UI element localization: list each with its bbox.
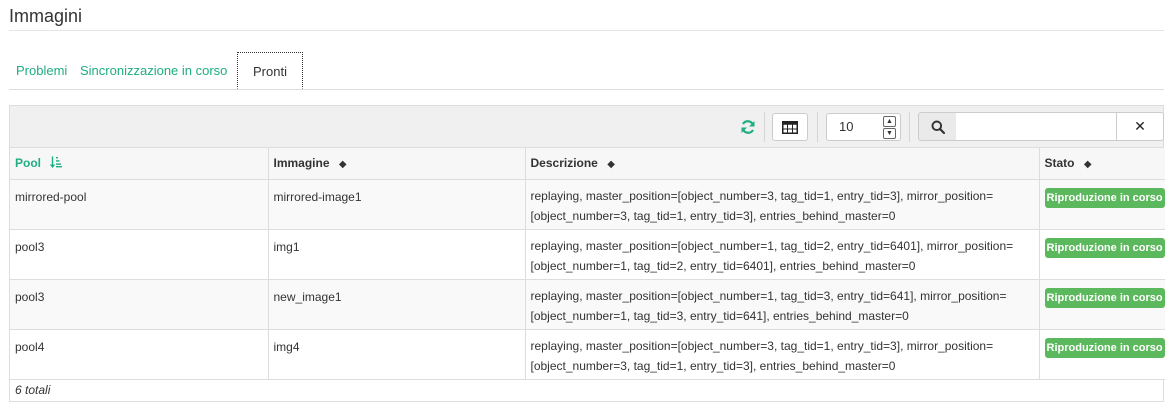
column-header-label: Pool — [15, 155, 41, 170]
description-line: replaying, master_position=[object_numbe… — [530, 238, 1014, 253]
column-header-descrizione[interactable]: Descrizione ◆ — [525, 148, 1040, 180]
refresh-button[interactable] — [735, 113, 761, 141]
cell-image: img4 — [268, 329, 526, 380]
status-badge: Riproduzione in corso — [1044, 337, 1165, 358]
search-icon — [931, 120, 945, 134]
page-title: Immagini — [9, 6, 83, 26]
cell-image: mirrored-image1 — [268, 179, 526, 230]
chevron-up-icon[interactable]: ▲ — [883, 116, 896, 127]
cell-pool: mirrored-pool — [10, 179, 269, 230]
table-columns-icon — [782, 120, 798, 134]
description-line: replaying, master_position=[object_numbe… — [530, 338, 994, 353]
description-line: [object_number=1, tag_tid=2, entry_tid=6… — [530, 258, 916, 273]
cell-status: Riproduzione in corso — [1039, 329, 1165, 380]
table-row[interactable]: mirrored-pool mirrored-image1 replaying,… — [10, 179, 1165, 230]
column-header-stato[interactable]: Stato ◆ — [1039, 148, 1165, 180]
cell-pool: pool3 — [10, 229, 269, 280]
description-line: [object_number=1, tag_tid=3, entry_tid=6… — [530, 308, 909, 323]
column-header-pool[interactable]: Pool — [10, 148, 269, 180]
cell-pool: pool4 — [10, 329, 269, 380]
sort-icon: ◆ — [1083, 158, 1092, 170]
chevron-down-icon[interactable]: ▼ — [883, 128, 896, 139]
refresh-icon — [741, 120, 755, 134]
status-badge: Riproduzione in corso — [1044, 287, 1165, 308]
column-header-label: Immagine — [273, 156, 330, 171]
description-line: replaying, master_position=[object_numbe… — [530, 288, 1007, 303]
table-toolbar: 10 ▲ ▼ ✕ — [10, 106, 1164, 148]
description-line: replaying, master_position=[object_numbe… — [530, 188, 994, 203]
clear-search-button[interactable]: ✕ — [1116, 112, 1164, 141]
cell-description: replaying, master_position=[object_numbe… — [525, 229, 1040, 280]
images-table: Pool Immagine ◆ Descrizione ◆ Stato ◆ mi… — [10, 148, 1165, 380]
cell-status: Riproduzione in corso — [1039, 179, 1165, 230]
table-footer-total: 6 totali — [15, 382, 51, 397]
sort-icon: ◆ — [338, 158, 347, 170]
description-line: [object_number=3, tag_tid=1, entry_tid=3… — [530, 208, 896, 223]
cell-description: replaying, master_position=[object_numbe… — [525, 279, 1040, 330]
status-badge: Riproduzione in corso — [1044, 237, 1165, 258]
tab-sincronizzazione[interactable]: Sincronizzazione in corso — [80, 52, 227, 89]
toolbar-separator — [909, 112, 910, 142]
cell-description: replaying, master_position=[object_numbe… — [525, 329, 1040, 380]
sort-amount-asc-icon — [50, 156, 63, 171]
column-header-label: Descrizione — [530, 156, 598, 171]
tab-problemi[interactable]: Problemi — [16, 52, 67, 89]
cell-status: Riproduzione in corso — [1039, 229, 1165, 280]
page-size-value: 10 — [839, 119, 854, 134]
status-badge: Riproduzione in corso — [1044, 187, 1165, 208]
cell-image: new_image1 — [268, 279, 526, 330]
page-size-stepper[interactable]: 10 ▲ ▼ — [826, 113, 901, 141]
cell-status: Riproduzione in corso — [1039, 279, 1165, 330]
page-size-spinner: ▲ ▼ — [883, 116, 896, 139]
cell-image: img1 — [268, 229, 526, 280]
title-divider — [9, 30, 1164, 31]
search-addon — [918, 112, 957, 141]
column-header-immagine[interactable]: Immagine ◆ — [268, 148, 526, 180]
table-row[interactable]: pool3 new_image1 replaying, master_posit… — [10, 279, 1165, 330]
table-header-row: Pool Immagine ◆ Descrizione ◆ Stato ◆ — [10, 148, 1165, 180]
images-table-panel: 10 ▲ ▼ ✕ Pool Immagine ◆ Descrizione ◆ S… — [9, 105, 1165, 402]
cell-description: replaying, master_position=[object_numbe… — [525, 179, 1040, 230]
sort-icon: ◆ — [607, 158, 615, 170]
column-header-label: Stato — [1044, 156, 1075, 171]
toolbar-separator — [764, 112, 765, 142]
close-icon: ✕ — [1134, 118, 1146, 134]
tab-bar: Problemi Sincronizzazione in corso Pront… — [9, 52, 1164, 90]
columns-toggle-button[interactable] — [772, 113, 808, 141]
table-row[interactable]: pool3 img1 replaying, master_position=[o… — [10, 229, 1165, 280]
search-input[interactable] — [956, 112, 1117, 141]
tab-pronti[interactable]: Pronti — [237, 52, 303, 89]
description-line: [object_number=3, tag_tid=1, entry_tid=3… — [530, 358, 896, 373]
toolbar-separator — [817, 112, 818, 142]
cell-pool: pool3 — [10, 279, 269, 330]
table-row[interactable]: pool4 img4 replaying, master_position=[o… — [10, 329, 1165, 380]
